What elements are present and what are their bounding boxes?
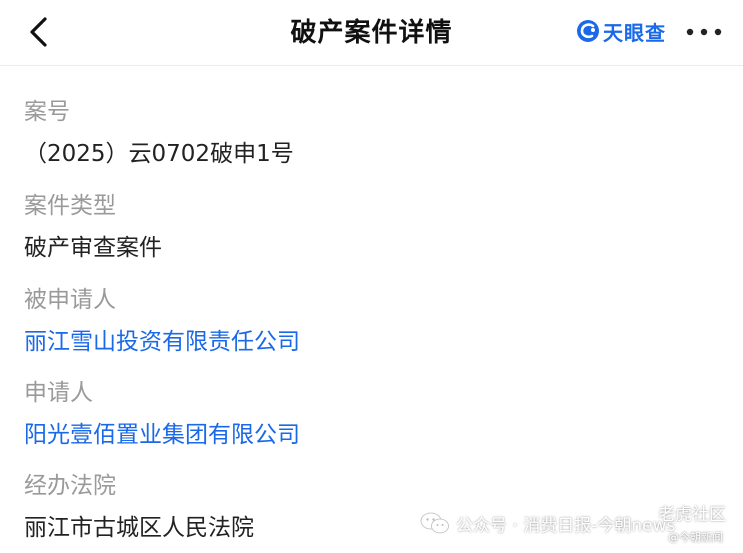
more-dots-icon [686, 28, 722, 36]
field-label: 经办法院 [24, 473, 116, 499]
watermark-corner-text: 老虎社区 [658, 505, 726, 525]
field-label: 被申请人 [24, 287, 116, 313]
field-label: 案号 [24, 99, 70, 125]
field-label: 申请人 [24, 380, 93, 406]
tianyancha-logo-icon [577, 20, 599, 42]
field-applicant: 申请人 阳光壹佰置业集团有限公司 [24, 377, 624, 451]
case-type-value: 破产审查案件 [24, 235, 162, 261]
watermark: 公众号 · 消费日报-今朝news [420, 505, 675, 541]
watermark-credit: @今朝新闻 [668, 531, 723, 544]
top-nav-bar: 破产案件详情 天眼查 [0, 0, 743, 66]
field-case-type: 案件类型 破产审查案件 [24, 190, 624, 264]
applicant-link[interactable]: 阳光壹佰置业集团有限公司 [24, 419, 624, 451]
field-case-number: 案号 （2025）云0702破申1号 [24, 96, 624, 170]
field-respondent: 被申请人 丽江雪山投资有限责任公司 [24, 284, 624, 358]
field-label: 案件类型 [24, 193, 116, 219]
brand-logo: 天眼查 [576, 16, 666, 46]
respondent-link[interactable]: 丽江雪山投资有限责任公司 [24, 326, 624, 358]
more-button[interactable] [684, 22, 724, 42]
case-number-value: （2025）云0702破申1号 [24, 141, 294, 167]
watermark-text: 公众号 · 消费日报-今朝news [456, 515, 676, 536]
wechat-icon [420, 512, 449, 534]
brand-name: 天眼查 [603, 20, 666, 45]
